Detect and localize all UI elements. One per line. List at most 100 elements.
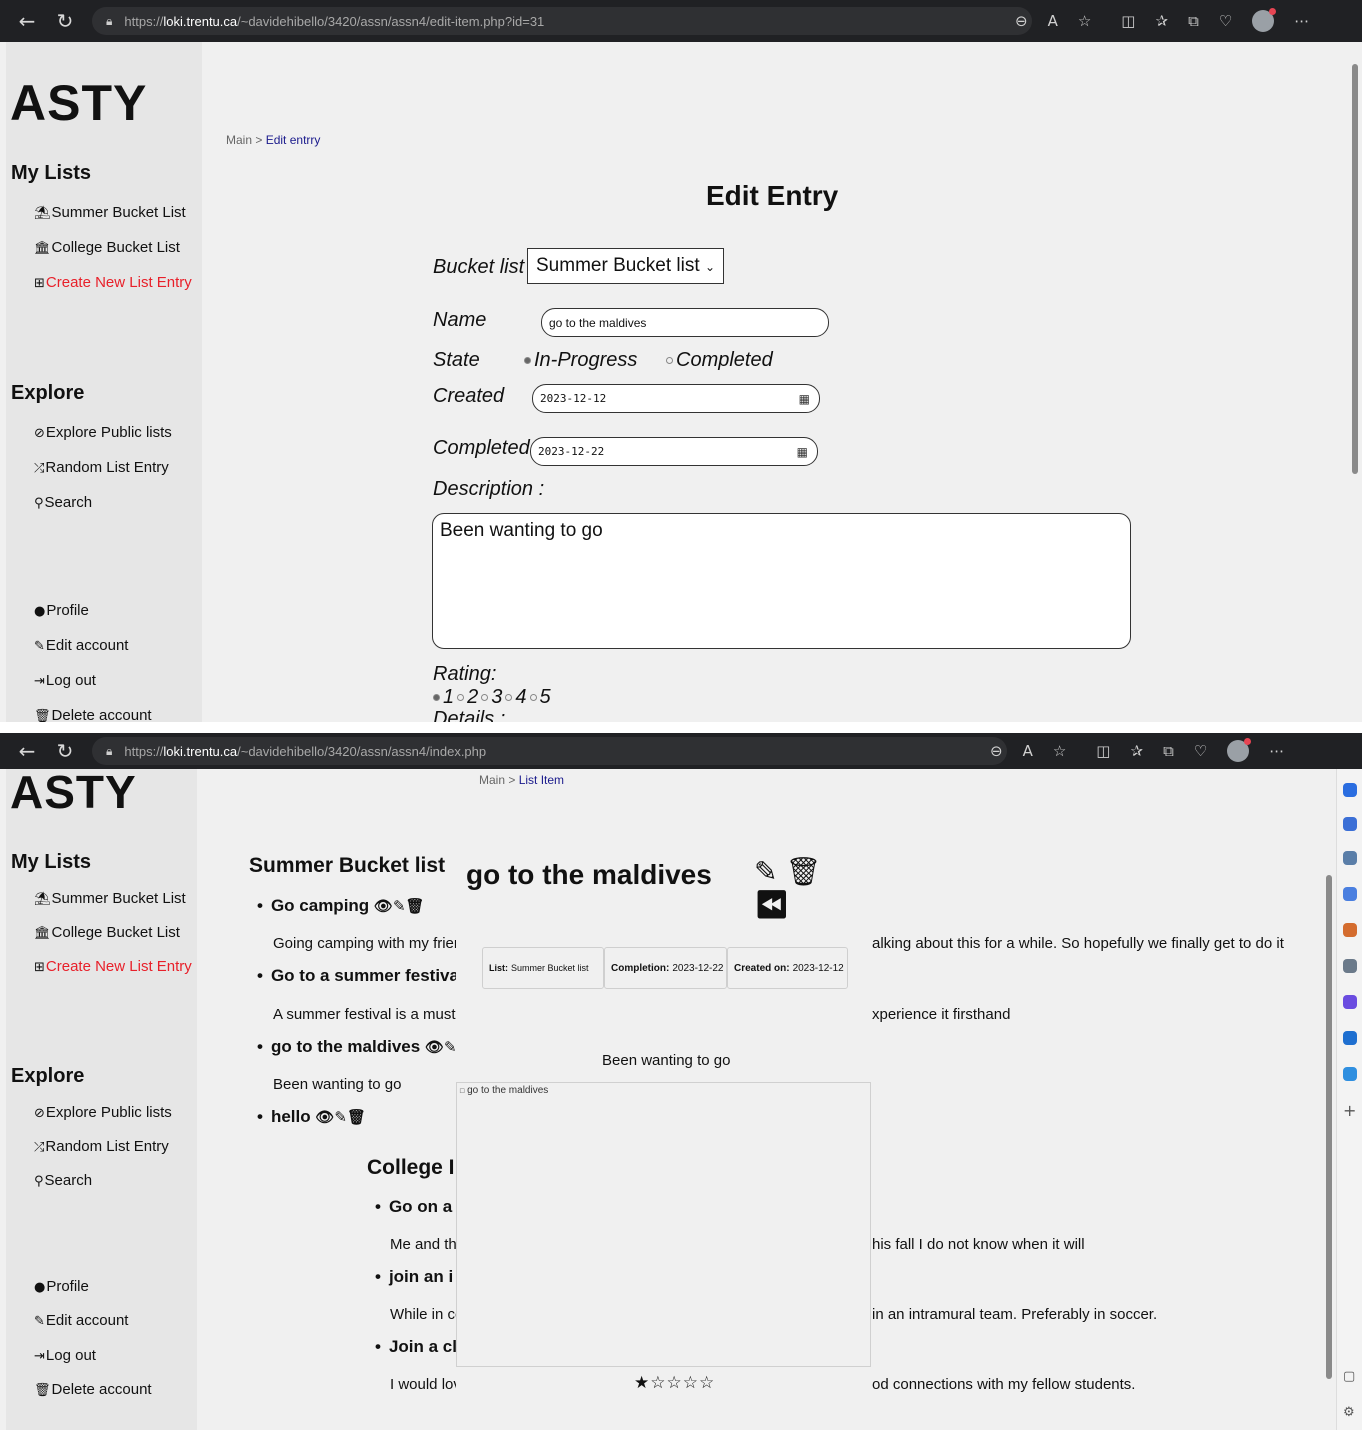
sidebar-toggle-icon[interactable]: ▢ xyxy=(1343,1369,1355,1384)
people-icon[interactable] xyxy=(1343,959,1357,973)
state-option-completed[interactable]: Completed xyxy=(663,349,773,372)
completed-date-input[interactable]: 2023-12-22 ▦ xyxy=(530,437,818,466)
bucket-list-select[interactable]: Summer Bucket list ⌄ xyxy=(527,248,724,284)
sidebar-item-profile[interactable]: ●Profile xyxy=(34,602,89,619)
favorite-star-icon[interactable]: ☆ xyxy=(1078,12,1091,30)
breadcrumb-current[interactable]: List Item xyxy=(519,773,564,787)
telegram-icon[interactable] xyxy=(1343,1067,1357,1081)
sidebar-item-summer-bucket-list[interactable]: ⛱Summer Bucket List xyxy=(34,890,186,907)
page-scrollbar[interactable] xyxy=(1322,769,1336,1430)
edit-icon[interactable]: ✎ xyxy=(334,1108,347,1126)
address-bar[interactable]: 🔒︎ https://loki.trentu.ca/~davidehibello… xyxy=(92,737,1007,765)
calendar-icon[interactable]: ▦ xyxy=(797,445,808,459)
sidebar-item-search[interactable]: ⚲Search xyxy=(34,1172,92,1189)
notification-bell-icon[interactable] xyxy=(1343,817,1357,831)
favorite-star-icon[interactable]: ☆ xyxy=(1053,742,1066,760)
summer-list-heading: Summer Bucket list xyxy=(249,854,446,877)
zoom-icon[interactable]: ⊖ xyxy=(1015,12,1028,30)
sidebar-item-create-new-list-entry[interactable]: ⊞Create New List Entry xyxy=(34,958,192,975)
profile-avatar-icon[interactable] xyxy=(1227,738,1252,762)
trash-icon[interactable]: 🗑︎ xyxy=(785,855,829,888)
sidebar-item-log-out[interactable]: ⇥Log out xyxy=(34,672,96,689)
breadcrumb-main[interactable]: Main xyxy=(226,133,252,147)
calendar-icon[interactable]: ▦ xyxy=(799,392,810,406)
rating-radio-3[interactable] xyxy=(481,694,489,702)
sidebar-item-random-list-entry[interactable]: ⤮Random List Entry xyxy=(34,1138,169,1155)
view-icon[interactable]: 👁︎ xyxy=(374,897,393,915)
radio-in-progress[interactable] xyxy=(524,357,531,365)
sidebar-item-edit-account[interactable]: ✎Edit account xyxy=(34,1312,128,1329)
sidebar-item-search[interactable]: ⚲Search xyxy=(34,494,92,511)
list-item-description: A summer festival is a must- xyxy=(273,1006,461,1023)
shopping-tag-icon[interactable] xyxy=(1343,887,1357,901)
health-icon[interactable]: ♡ xyxy=(1194,742,1207,760)
edit-icon[interactable]: ✎ xyxy=(444,1038,457,1056)
page-scrollbar[interactable] xyxy=(1348,42,1362,722)
read-aloud-icon[interactable]: A xyxy=(1023,742,1033,760)
broken-image-icon: ▫ xyxy=(459,1086,466,1096)
state-option-in-progress[interactable]: In-Progress xyxy=(521,349,637,372)
zoom-icon[interactable]: ⊖ xyxy=(990,742,1003,760)
more-menu-icon[interactable]: ⋯ xyxy=(1294,12,1309,30)
settings-gear-icon[interactable]: ⚙ xyxy=(1343,1405,1355,1420)
sidebar-item-college-bucket-list[interactable]: 🏛︎College Bucket List xyxy=(34,239,180,256)
edit-icon[interactable]: ✎ xyxy=(393,897,406,915)
favorites-icon[interactable]: ✰ xyxy=(1155,12,1168,30)
radio-completed[interactable] xyxy=(666,357,673,365)
sidebar-item-explore-public-lists[interactable]: ⊘Explore Public lists xyxy=(34,1104,172,1121)
copilot-icon[interactable] xyxy=(1343,783,1357,797)
back-arrow-icon[interactable]: ← xyxy=(12,739,42,763)
collections-icon[interactable]: ⧉ xyxy=(1188,12,1199,30)
sidebar-item-log-out[interactable]: ⇥Log out xyxy=(34,1347,96,1364)
scrollbar-thumb[interactable] xyxy=(1352,64,1358,474)
add-sidebar-app-icon[interactable]: + xyxy=(1343,1101,1356,1120)
view-icon[interactable]: 👁︎ xyxy=(425,1038,444,1056)
collections-icon[interactable]: ⧉ xyxy=(1163,742,1174,760)
rating-radio-2[interactable] xyxy=(457,694,465,702)
sidebar-item-college-bucket-list[interactable]: 🏛︎College Bucket List xyxy=(34,924,180,941)
search-icon[interactable] xyxy=(1343,851,1357,865)
read-aloud-icon[interactable]: A xyxy=(1048,12,1058,30)
breadcrumb-current[interactable]: Edit entrry xyxy=(266,133,321,147)
breadcrumb-main[interactable]: Main xyxy=(479,773,505,787)
rating-stars: ★☆☆☆☆ xyxy=(634,1373,716,1393)
sidebar-item-summer-bucket-list[interactable]: ⛱Summer Bucket List xyxy=(34,204,186,221)
trash-icon[interactable]: 🗑︎ xyxy=(347,1108,366,1126)
logout-icon: ⇥ xyxy=(34,1349,45,1364)
split-screen-icon[interactable]: ◫ xyxy=(1121,12,1135,30)
trash-icon[interactable]: 🗑︎ xyxy=(406,897,425,915)
site-logo[interactable]: ASTY xyxy=(10,74,147,132)
health-icon[interactable]: ♡ xyxy=(1219,12,1232,30)
address-bar[interactable]: 🔒︎ https://loki.trentu.ca/~davidehibello… xyxy=(92,7,1032,35)
rating-radio-1[interactable] xyxy=(433,694,440,702)
description-textarea[interactable]: Been wanting to go xyxy=(432,513,1131,649)
image-alt-text: ▫ go to the maldives xyxy=(459,1085,549,1096)
sidebar-item-random-list-entry[interactable]: ⤮Random List Entry xyxy=(34,459,169,476)
back-rewind-icon[interactable]: ⏪︎ xyxy=(754,888,798,921)
tools-briefcase-icon[interactable] xyxy=(1343,923,1357,937)
created-date-input[interactable]: 2023-12-12 ▦ xyxy=(532,384,820,413)
back-arrow-icon[interactable]: ← xyxy=(12,9,42,33)
refresh-icon[interactable]: ↻ xyxy=(50,739,80,763)
sidebar-item-edit-account[interactable]: ✎Edit account xyxy=(34,637,128,654)
refresh-icon[interactable]: ↻ xyxy=(50,9,80,33)
scrollbar-thumb[interactable] xyxy=(1326,875,1332,1379)
profile-avatar-icon[interactable] xyxy=(1252,8,1277,32)
favorites-icon[interactable]: ✰ xyxy=(1130,742,1143,760)
sidebar-item-delete-account[interactable]: 🗑︎Delete account xyxy=(34,707,152,722)
rating-radio-4[interactable] xyxy=(505,694,513,702)
edit-icon[interactable]: ✎ xyxy=(754,855,785,888)
my-lists-title: My Lists xyxy=(11,851,92,873)
rating-radio-5[interactable] xyxy=(529,694,537,702)
name-input[interactable]: go to the maldives xyxy=(541,308,829,337)
sidebar-item-explore-public-lists[interactable]: ⊘Explore Public lists xyxy=(34,424,172,441)
more-menu-icon[interactable]: ⋯ xyxy=(1269,742,1284,760)
split-screen-icon[interactable]: ◫ xyxy=(1096,742,1110,760)
games-icon[interactable] xyxy=(1343,995,1357,1009)
sidebar-item-delete-account[interactable]: 🗑︎Delete account xyxy=(34,1381,152,1398)
site-logo[interactable]: ASTY xyxy=(10,769,137,819)
view-icon[interactable]: 👁︎ xyxy=(315,1108,334,1126)
outlook-icon[interactable] xyxy=(1343,1031,1357,1045)
sidebar-item-profile[interactable]: ●Profile xyxy=(34,1278,89,1295)
sidebar-item-create-new-list-entry[interactable]: ⊞Create New List Entry xyxy=(34,274,192,291)
